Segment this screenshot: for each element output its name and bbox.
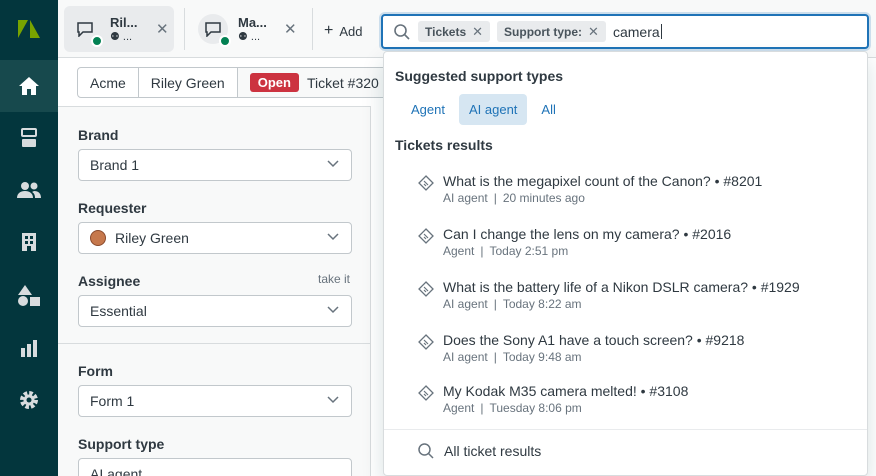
left-nav: [0, 0, 58, 476]
ticket-result[interactable]: Can I change the lens on my camera? • #2…: [418, 226, 848, 258]
shapes-icon[interactable]: [0, 270, 58, 322]
result-title: What is the battery life of a Nikon DSLR…: [443, 279, 800, 295]
ticket-icon: [418, 385, 434, 401]
chevron-down-icon: [327, 306, 339, 314]
all-results-label: All ticket results: [444, 443, 542, 459]
chevron-down-icon: [327, 233, 339, 241]
tab-title: Ril...: [110, 15, 138, 30]
tab-title: Ma...: [238, 15, 267, 30]
ticket-number: Ticket #320: [306, 74, 379, 91]
option-all[interactable]: All: [531, 94, 565, 125]
status-badge: Open: [249, 73, 299, 92]
search-input[interactable]: Tickets ✕ Support type: ✕ camera: [381, 14, 869, 49]
close-icon[interactable]: ✕: [588, 24, 599, 40]
ticket-icon: [418, 334, 434, 350]
avatar: [90, 230, 106, 246]
result-meta: Agent | Today 2:51 pm: [443, 244, 569, 258]
assignee-value: Essential: [90, 303, 147, 319]
form-value: Form 1: [90, 393, 135, 409]
suggested-types-heading: Suggested support types: [395, 68, 564, 84]
chip-label: Support type:: [504, 24, 583, 39]
form-select[interactable]: Form 1: [78, 385, 352, 417]
tickets-results-heading: Tickets results: [395, 137, 493, 153]
chip-label: Tickets: [425, 24, 467, 39]
result-title: My Kodak M35 camera melted! • #3108: [443, 383, 689, 399]
ticket-properties-panel: Brand Brand 1 Requester Riley Green Assi…: [58, 106, 371, 476]
text-caret: [660, 23, 662, 39]
all-ticket-results-link[interactable]: All ticket results: [418, 443, 541, 459]
assignee-label: Assignee: [78, 273, 141, 289]
chat-avatar: [198, 14, 231, 47]
filter-chip-tickets[interactable]: Tickets ✕: [418, 21, 491, 42]
chevron-down-icon: [327, 396, 339, 404]
support-type-label: Support type: [78, 436, 165, 452]
take-it-link[interactable]: take it: [318, 272, 350, 286]
breadcrumb-requester[interactable]: Riley Green: [137, 67, 238, 98]
breadcrumb-ticket[interactable]: Open Ticket #320: [236, 67, 391, 98]
breadcrumb: Acme Riley Green Open Ticket #320: [77, 67, 391, 98]
plus-icon: +: [324, 22, 334, 39]
search-icon: [418, 443, 434, 459]
channel-icon: ⚉: [238, 31, 248, 43]
dropdown-divider: [384, 429, 867, 430]
close-icon[interactable]: ✕: [472, 24, 483, 40]
ticket-result[interactable]: What is the battery life of a Nikon DSLR…: [418, 279, 848, 311]
result-title: Does the Sony A1 have a touch screen? • …: [443, 332, 745, 348]
zendesk-logo[interactable]: [0, 0, 58, 58]
requester-value: Riley Green: [115, 230, 189, 246]
requester-select[interactable]: Riley Green: [78, 222, 352, 254]
views-icon[interactable]: [0, 112, 58, 164]
home-icon[interactable]: [0, 60, 58, 112]
result-title: Can I change the lens on my camera? • #2…: [443, 226, 732, 242]
search-query[interactable]: camera: [613, 23, 662, 40]
brand-select[interactable]: Brand 1: [78, 149, 352, 181]
ticket-tab[interactable]: Ma... ⚉ ... ✕: [192, 6, 304, 52]
add-tab-button[interactable]: + Add: [324, 22, 362, 40]
ticket-icon: [418, 175, 434, 191]
add-tab-label: Add: [339, 23, 363, 39]
support-type-value: AI agent: [90, 466, 143, 476]
tab-subtitle: ⚉ ...: [238, 31, 261, 43]
chat-avatar: [70, 14, 103, 47]
brand-value: Brand 1: [90, 157, 140, 173]
chevron-down-icon: [327, 160, 339, 168]
customers-icon[interactable]: [0, 164, 58, 216]
ticket-tab[interactable]: Ril... ⚉ ... ✕: [64, 6, 174, 52]
search-icon: [394, 23, 410, 40]
requester-label: Requester: [78, 200, 147, 216]
filter-chip-support-type[interactable]: Support type: ✕: [497, 21, 606, 42]
section-divider: [58, 343, 371, 344]
close-icon[interactable]: ✕: [156, 20, 169, 38]
ticket-result[interactable]: Does the Sony A1 have a touch screen? • …: [418, 332, 848, 364]
breadcrumb-organization[interactable]: Acme: [77, 67, 139, 98]
result-meta: AI agent | Today 9:48 am: [443, 350, 582, 364]
tab-divider: [312, 8, 313, 50]
channel-icon: ⚉: [110, 31, 120, 43]
organizations-icon[interactable]: [0, 216, 58, 268]
result-meta: AI agent | Today 8:22 am: [443, 297, 582, 311]
option-ai-agent[interactable]: AI agent: [458, 94, 528, 125]
tab-divider: [184, 8, 185, 50]
support-type-select[interactable]: AI agent: [78, 458, 352, 476]
settings-gear-icon[interactable]: [0, 374, 58, 426]
brand-label: Brand: [78, 127, 119, 143]
ticket-result[interactable]: What is the megapixel count of the Canon…: [418, 173, 848, 205]
close-icon[interactable]: ✕: [284, 20, 297, 38]
result-title: What is the megapixel count of the Canon…: [443, 173, 763, 189]
reporting-icon[interactable]: [0, 322, 58, 374]
ticket-icon: [418, 228, 434, 244]
result-meta: AI agent | 20 minutes ago: [443, 191, 585, 205]
option-agent[interactable]: Agent: [401, 94, 455, 125]
ticket-icon: [418, 281, 434, 297]
form-label: Form: [78, 363, 113, 379]
search-suggestions-dropdown: Suggested support types Agent AI agent A…: [383, 51, 868, 476]
online-status-dot: [219, 35, 231, 47]
assignee-select[interactable]: Essential: [78, 295, 352, 327]
tab-subtitle: ⚉ ...: [110, 31, 133, 43]
result-meta: Agent | Tuesday 8:06 pm: [443, 401, 582, 415]
ticket-result[interactable]: My Kodak M35 camera melted! • #3108 Agen…: [418, 383, 848, 415]
support-type-options: Agent AI agent All: [401, 94, 570, 125]
online-status-dot: [91, 35, 103, 47]
